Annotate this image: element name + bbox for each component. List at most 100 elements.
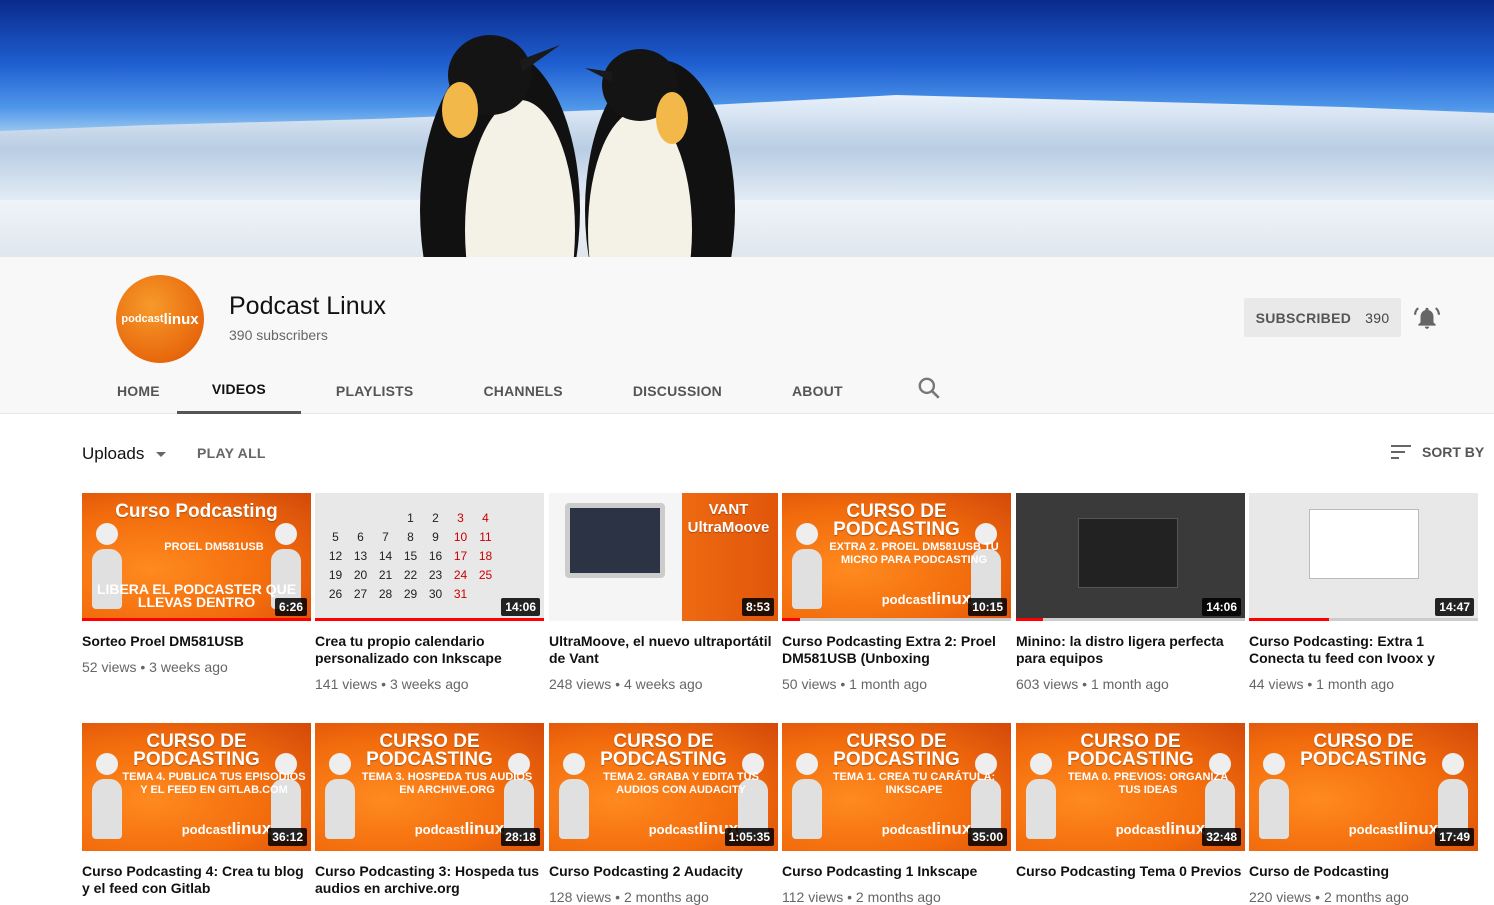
watch-progress-bar bbox=[782, 618, 801, 621]
meta-separator: • bbox=[1311, 889, 1324, 905]
tab-videos[interactable]: VIDEOS bbox=[176, 367, 301, 414]
video-thumbnail[interactable]: CURSO DE PODCASTING podcastlinux 17:49 bbox=[1249, 723, 1478, 851]
thumbnail-heading: CURSO DE PODCASTING bbox=[1300, 731, 1427, 770]
video-duration: 10:15 bbox=[968, 598, 1007, 616]
chevron-down-icon bbox=[156, 451, 167, 457]
thumbnail-heading: CURSO DE PODCASTING bbox=[600, 731, 727, 770]
video-meta: 52 views • 3 weeks ago bbox=[82, 659, 311, 675]
uploads-dropdown[interactable]: Uploads bbox=[82, 444, 167, 464]
sort-by-label: SORT BY bbox=[1422, 444, 1485, 460]
laptop-illustration bbox=[565, 503, 665, 578]
video-meta: 220 views • 2 months ago bbox=[1249, 889, 1478, 905]
video-card[interactable]: VANT UltraMoove 8:53 UltraMoove, el nuevo … bbox=[549, 493, 778, 692]
subscribed-button[interactable]: SUBSCRIBED 390 bbox=[1244, 298, 1401, 337]
tab-channels[interactable]: CHANNELS bbox=[448, 367, 597, 414]
thumbnail-heading: Curso Podcasting bbox=[115, 501, 278, 522]
video-meta: 603 views • 1 month ago bbox=[1016, 676, 1245, 692]
thumbnail-subheading: TEMA 1. CREA TU CARÁTULA: INKSCAPE bbox=[832, 771, 996, 796]
video-title[interactable]: Curso Podcasting 1 Inkscape bbox=[782, 863, 1011, 880]
video-age: 3 weeks ago bbox=[389, 676, 469, 692]
video-duration: 36:12 bbox=[268, 828, 307, 846]
video-thumbnail[interactable]: CURSO DE PODCASTING TEMA 0. PREVIOS: ORGA… bbox=[1016, 723, 1245, 851]
sort-by-button[interactable]: SORT BY bbox=[1390, 443, 1484, 461]
meta-separator: • bbox=[836, 676, 850, 692]
calendar-illustration: 1 2 3 4 5 6 7 8 9 10 11 12 13 14 15 16 17 18 19 20 21 22 23 24 2… bbox=[328, 511, 493, 601]
video-title[interactable]: Minino: la distro ligera perfecta para e… bbox=[1016, 633, 1245, 667]
video-thumbnail[interactable]: CURSO DE PODCASTING TEMA 4. PUBLICA TUS E… bbox=[82, 723, 311, 851]
video-card[interactable]: CURSO DE PODCASTING TEMA 4. PUBLICA TUS E… bbox=[82, 723, 311, 897]
video-thumbnail[interactable]: VANT UltraMoove 8:53 bbox=[549, 493, 778, 621]
video-age: 2 months ago bbox=[623, 889, 709, 905]
video-title[interactable]: Curso de Podcasting bbox=[1249, 863, 1478, 880]
tab-discussion[interactable]: DISCUSSION bbox=[598, 367, 757, 414]
thumbnail-subheading: PROEL DM581USB bbox=[164, 541, 264, 553]
video-thumbnail[interactable]: CURSO DE PODCASTING EXTRA 2. PROEL DM581U… bbox=[782, 493, 1011, 621]
meta-separator: • bbox=[1078, 676, 1091, 692]
video-card[interactable]: CURSO DE PODCASTING TEMA 2. GRABA Y EDITA… bbox=[549, 723, 778, 905]
video-card[interactable]: 14:47 Curso Podcasting: Extra 1 Conecta t… bbox=[1249, 493, 1478, 692]
watch-progress-bar bbox=[82, 618, 311, 621]
thumbnail-heading: VANT UltraMoove bbox=[687, 501, 770, 536]
channel-avatar[interactable]: podcast linux bbox=[116, 275, 204, 363]
subscribed-label: SUBSCRIBED bbox=[1255, 309, 1352, 326]
tab-about[interactable]: ABOUT bbox=[757, 367, 878, 414]
play-all-button[interactable]: PLAY ALL bbox=[197, 445, 266, 461]
video-card[interactable]: CURSO DE PODCASTING TEMA 1. CREA TU CARÁT… bbox=[782, 723, 1011, 905]
video-card[interactable]: CURSO DE PODCASTING TEMA 3. HOSPEDA TUS A… bbox=[315, 723, 544, 897]
channel-banner bbox=[0, 0, 1494, 257]
video-card[interactable]: Curso Podcasting PROEL DM581USB LIBERA EL … bbox=[82, 493, 311, 675]
video-thumbnail[interactable]: CURSO DE PODCASTING TEMA 1. CREA TU CARÁT… bbox=[782, 723, 1011, 851]
watch-progress-bar bbox=[1016, 618, 1044, 621]
video-meta: 128 views • 2 months ago bbox=[549, 889, 778, 905]
video-duration: 17:49 bbox=[1435, 828, 1474, 846]
video-duration: 32:48 bbox=[1202, 828, 1241, 846]
tab-home[interactable]: HOME bbox=[100, 367, 177, 414]
tab-playlists[interactable]: PLAYLISTS bbox=[301, 367, 449, 414]
video-title[interactable]: UltraMoove, el nuevo ultraportátil de Va… bbox=[549, 633, 778, 667]
video-thumbnail[interactable]: CURSO DE PODCASTING TEMA 2. GRABA Y EDITA… bbox=[549, 723, 778, 851]
search-icon[interactable] bbox=[916, 375, 942, 401]
notification-bell-icon[interactable] bbox=[1414, 305, 1440, 331]
watch-progress-bar bbox=[1249, 618, 1330, 621]
video-thumbnail[interactable]: 14:06 bbox=[1016, 493, 1245, 621]
video-card[interactable]: CURSO DE PODCASTING TEMA 0. PREVIOS: ORGA… bbox=[1016, 723, 1245, 880]
channel-name: Podcast Linux bbox=[229, 292, 387, 320]
video-duration: 14:06 bbox=[1202, 598, 1241, 616]
thumbnail-heading: CURSO DE PODCASTING bbox=[833, 731, 960, 770]
video-title[interactable]: Curso Podcasting Tema 0 Previos bbox=[1016, 863, 1245, 880]
video-duration: 8:53 bbox=[741, 598, 774, 616]
video-views: 248 views bbox=[549, 676, 612, 692]
thumbnail-heading: CURSO DE PODCASTING bbox=[833, 501, 960, 540]
meta-separator: • bbox=[1303, 676, 1317, 692]
video-card[interactable]: CURSO DE PODCASTING podcastlinux 17:49 Curs… bbox=[1249, 723, 1478, 905]
video-thumbnail[interactable]: 1 2 3 4 5 6 7 8 9 10 11 12 13 14 15 16 17 18 19 20 21 22 23 24 2… bbox=[315, 493, 544, 621]
thumbnail-subheading: EXTRA 2. PROEL DM581USB TU MICRO PARA PO… bbox=[829, 541, 999, 566]
thumbnail-tagline: LIBERA EL PODCASTER QUE LLEVAS DENTRO bbox=[96, 581, 297, 610]
channel-tabs: HOME VIDEOS PLAYLISTS CHANNELS DISCUSSIO… bbox=[100, 367, 878, 414]
meta-separator: • bbox=[611, 889, 624, 905]
video-card[interactable]: CURSO DE PODCASTING EXTRA 2. PROEL DM581U… bbox=[782, 493, 1011, 692]
video-thumbnail[interactable]: CURSO DE PODCASTING TEMA 3. HOSPEDA TUS A… bbox=[315, 723, 544, 851]
video-title[interactable]: Curso Podcasting: Extra 1 Conecta tu fee… bbox=[1249, 633, 1478, 667]
video-title[interactable]: Crea tu propio calendario personalizado … bbox=[315, 633, 544, 667]
video-card[interactable]: 14:06 Minino: la distro ligera perfecta p… bbox=[1016, 493, 1245, 692]
uploads-label: Uploads bbox=[82, 444, 145, 463]
video-card[interactable]: 1 2 3 4 5 6 7 8 9 10 11 12 13 14 15 16 17 18 19 20 21 22 23 24 2… bbox=[315, 493, 544, 692]
video-title[interactable]: Sorteo Proel DM581USB bbox=[82, 633, 311, 650]
video-title[interactable]: Curso Podcasting Extra 2: Proel DM581USB… bbox=[782, 633, 1011, 667]
thumbnail-subheading: TEMA 3. HOSPEDA TUS AUDIOS EN ARCHIVE.OR… bbox=[361, 771, 533, 796]
video-thumbnail[interactable]: Curso Podcasting PROEL DM581USB LIBERA EL … bbox=[82, 493, 311, 621]
video-age: 2 months ago bbox=[1323, 889, 1409, 905]
thumbnail-subheading: TEMA 0. PREVIOS: ORGANIZA TUS IDEAS bbox=[1067, 771, 1229, 796]
video-age: 3 weeks ago bbox=[149, 659, 228, 675]
video-title[interactable]: Curso Podcasting 4: Crea tu blog y el fe… bbox=[82, 863, 311, 897]
video-title[interactable]: Curso Podcasting 2 Audacity bbox=[549, 863, 778, 880]
video-thumbnail[interactable]: 14:47 bbox=[1249, 493, 1478, 621]
avatar-text: podcast bbox=[121, 313, 164, 325]
watch-progress-track bbox=[1016, 618, 1245, 621]
video-views: 128 views bbox=[549, 889, 612, 905]
video-meta: 112 views • 2 months ago bbox=[782, 889, 1011, 905]
video-age: 2 months ago bbox=[855, 889, 941, 905]
video-title[interactable]: Curso Podcasting 3: Hospeda tus audios e… bbox=[315, 863, 544, 897]
thumbnail-subheading: TEMA 4. PUBLICA TUS EPISODIOS Y EL FEED … bbox=[122, 771, 306, 796]
